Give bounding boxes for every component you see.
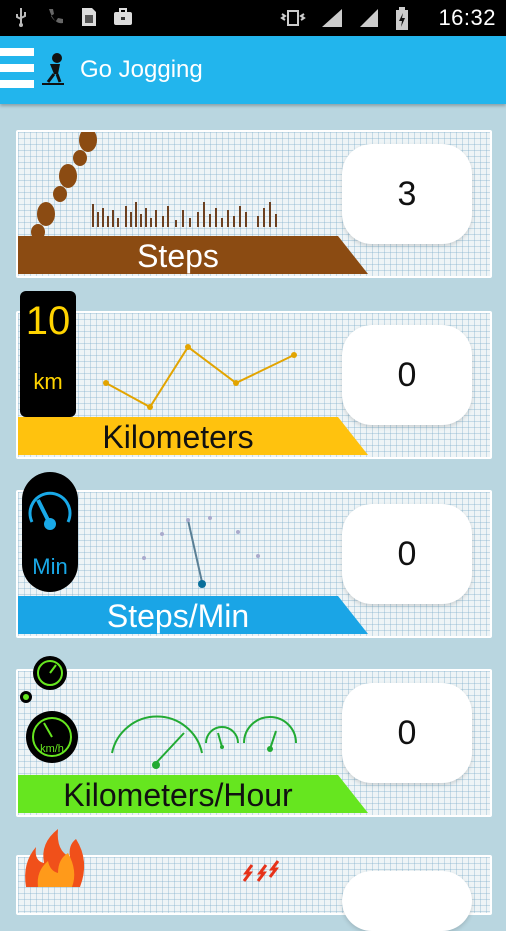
calories-card[interactable] (16, 829, 492, 931)
steps-card[interactable]: Steps 3 (16, 130, 492, 278)
kilometers-label: Kilometers (102, 419, 254, 455)
steps-label: Steps (137, 238, 219, 274)
app-bar: Go Jogging (0, 36, 506, 104)
fire-icon (25, 829, 280, 887)
steps-value: 3 (342, 144, 472, 244)
signal-strength-icon (358, 7, 380, 36)
kilometers-per-hour-value: 0 (342, 683, 472, 783)
steps-per-min-label: Steps/Min (106, 598, 250, 634)
footprints-icon (31, 132, 277, 240)
menu-button[interactable] (0, 48, 34, 90)
kilometers-per-hour-card[interactable]: km/h Kilometers/Hour 0 (16, 656, 492, 817)
usb-icon (10, 6, 32, 28)
sd-card-icon (78, 6, 100, 28)
line-graph-icon (103, 344, 297, 410)
kilometers-banner: Kilometers (18, 417, 368, 455)
clock: 16:32 (438, 5, 496, 30)
app-title: Go Jogging (80, 56, 203, 83)
steps-banner: Steps (18, 236, 368, 274)
steps-per-min-card[interactable]: Min Steps/Min 0 (16, 472, 492, 638)
call-icon (44, 6, 66, 28)
runner-icon (40, 52, 66, 88)
menu-bar (0, 80, 34, 88)
kilometers-value: 0 (342, 325, 472, 425)
menu-bar (0, 64, 34, 72)
menu-bar (0, 48, 34, 56)
vibrate-icon (280, 7, 306, 36)
speedometer-needle-icon (142, 516, 260, 588)
kilometers-per-hour-label: Kilometers/Hour (63, 777, 293, 813)
battery-icon (394, 7, 410, 36)
signal-icon (320, 7, 344, 36)
kilometers-per-hour-banner: Kilometers/Hour (18, 775, 368, 813)
speed-dials-icon (111, 715, 297, 769)
status-bar: 16:32 (0, 0, 506, 36)
calories-value (342, 871, 472, 931)
briefcase-icon (112, 6, 134, 28)
kilometers-card[interactable]: 10 km Kilometers 0 (16, 291, 492, 459)
steps-per-min-value: 0 (342, 504, 472, 604)
steps-per-min-banner: Steps/Min (18, 596, 368, 634)
